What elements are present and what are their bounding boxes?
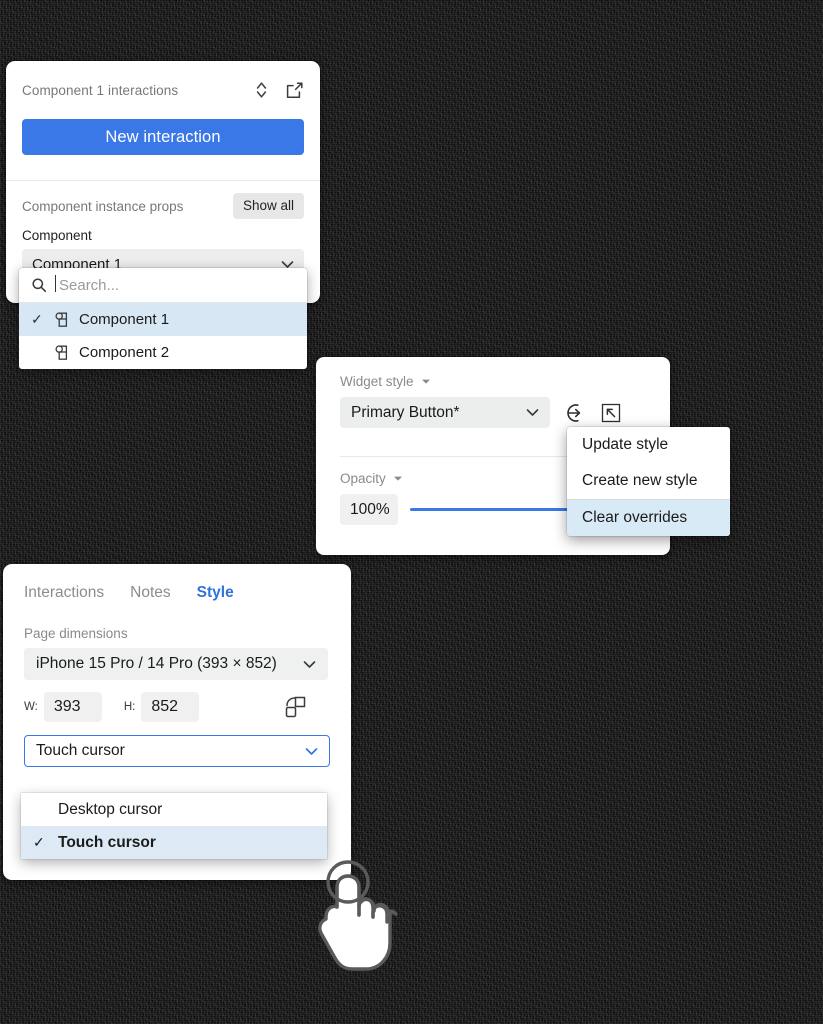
interactions-panel-title: Component 1 interactions [22, 82, 179, 98]
new-interaction-button[interactable]: New interaction [22, 119, 304, 155]
device-preset-value: iPhone 15 Pro / 14 Pro (393 × 852) [36, 655, 277, 672]
search-icon [31, 277, 47, 293]
component-search-row[interactable]: Search... [19, 268, 307, 303]
cursor-option-label: Desktop cursor [58, 800, 163, 818]
component-field-label: Component [22, 228, 92, 243]
component-interactions-panel: Component 1 interactions New interaction… [6, 61, 320, 303]
cursor-option-desktop[interactable]: Desktop cursor [21, 793, 327, 826]
component-instance-props-label: Component instance props [22, 198, 184, 214]
cursor-option-touch[interactable]: ✓ Touch cursor [21, 826, 327, 859]
tab-interactions[interactable]: Interactions [24, 584, 104, 602]
widget-style-context-menu: Update style Create new style Clear over… [567, 427, 730, 536]
chevron-down-icon [303, 660, 316, 669]
show-all-button[interactable]: Show all [232, 193, 304, 219]
widget-style-row: Primary Button* [316, 389, 670, 428]
check-icon: ✓ [31, 311, 43, 327]
cursor-type-select[interactable]: Touch cursor [24, 735, 330, 767]
component-instance-props-row: Component instance props Show all [6, 181, 320, 219]
widget-style-select[interactable]: Primary Button* [340, 397, 550, 428]
widget-style-header: Widget style [316, 357, 670, 389]
arrow-into-circle-icon[interactable] [564, 402, 586, 424]
component-icon [53, 344, 79, 362]
caret-down-icon[interactable] [393, 475, 403, 482]
interactions-panel-header: Component 1 interactions [6, 61, 320, 105]
caret-down-icon[interactable] [421, 378, 431, 385]
boxed-arrow-up-left-icon[interactable] [600, 402, 622, 424]
external-link-icon[interactable] [285, 81, 304, 100]
component-dropdown-menu: Search... ✓ Component 1 Component 2 [19, 268, 307, 369]
width-input[interactable]: 393 [43, 692, 102, 722]
widget-style-label: Widget style [340, 374, 414, 389]
tab-style[interactable]: Style [197, 584, 234, 602]
component-option-2[interactable]: Component 2 [19, 336, 307, 369]
opacity-input[interactable]: 100% [340, 494, 398, 525]
component-option-1[interactable]: ✓ Component 1 [19, 303, 307, 336]
cursor-type-value: Touch cursor [36, 742, 125, 759]
chevron-updown-icon[interactable] [255, 81, 268, 99]
widget-style-value: Primary Button* [351, 403, 460, 421]
page-dimensions-label: Page dimensions [24, 626, 128, 641]
device-preset-select[interactable]: iPhone 15 Pro / 14 Pro (393 × 852) [24, 648, 328, 680]
height-input[interactable]: 852 [141, 692, 200, 722]
component-icon [53, 311, 79, 329]
cursor-option-label: Touch cursor [58, 833, 156, 851]
panel-tabs: Interactions Notes Style [3, 564, 351, 602]
width-label: W: [24, 701, 38, 713]
component-option-label: Component 1 [79, 311, 170, 328]
link-dimensions-icon[interactable] [283, 695, 309, 719]
cursor-dropdown-menu: Desktop cursor ✓ Touch cursor [21, 793, 327, 859]
touch-cursor-icon [308, 857, 398, 975]
check-icon: ✓ [33, 834, 45, 850]
component-option-label: Component 2 [79, 344, 170, 361]
menu-item-update-style[interactable]: Update style [567, 427, 730, 463]
tab-notes[interactable]: Notes [130, 584, 171, 602]
menu-item-clear-overrides[interactable]: Clear overrides [567, 499, 730, 536]
height-label: H: [123, 701, 136, 713]
chevron-down-icon [305, 747, 318, 756]
opacity-label: Opacity [340, 471, 386, 486]
chevron-down-icon [526, 408, 539, 417]
width-height-row: W: 393 H: 852 [3, 680, 351, 722]
menu-item-create-new-style[interactable]: Create new style [567, 463, 730, 499]
component-search-input[interactable]: Search... [54, 274, 119, 294]
